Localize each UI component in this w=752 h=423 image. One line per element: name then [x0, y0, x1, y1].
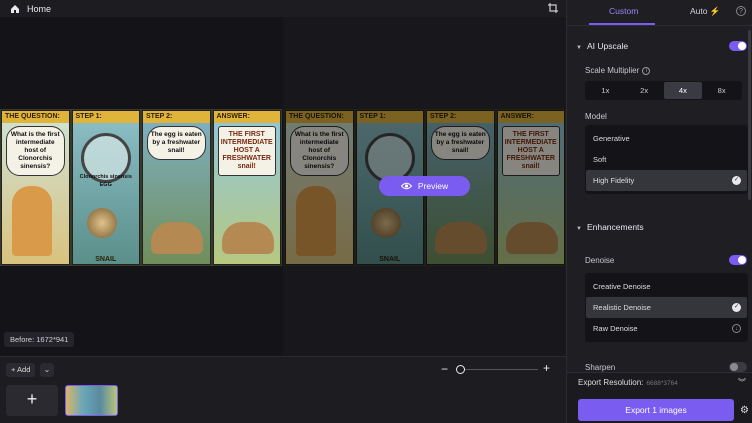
denoise-list: Creative Denoise Realistic Denoise ✓ Raw …	[585, 273, 748, 342]
model-option-high-fidelity[interactable]: High Fidelity ✓	[586, 170, 747, 191]
scale-multiplier-selector: 1x 2x 4x 8x	[585, 81, 742, 100]
panel-header: STEP 1:	[356, 111, 423, 123]
panel-header: ANSWER:	[497, 111, 564, 123]
snail-illustration	[151, 222, 203, 254]
model-label: Model	[585, 112, 607, 121]
preview-label: Preview	[417, 181, 449, 191]
sharpen-label: Sharpen	[585, 363, 616, 372]
denoise-option-realistic[interactable]: Realistic Denoise ✓	[586, 297, 747, 318]
active-tab-indicator	[589, 23, 655, 25]
add-dropdown-chevron-icon[interactable]: ⌄	[40, 363, 54, 377]
settings-sidebar: Custom Auto ⚡ ? ▼ AI Upscale Scale Multip…	[566, 0, 752, 423]
double-chevron-down-icon[interactable]: ︾	[738, 377, 746, 388]
gear-icon[interactable]: ⚙	[740, 405, 749, 416]
add-button[interactable]: + Add	[6, 363, 36, 377]
export-button[interactable]: Export 1 images	[578, 399, 734, 421]
export-resolution-label: Export Resolution:	[578, 378, 644, 387]
scale-option-4x[interactable]: 4x	[663, 82, 703, 99]
crowned-snail-illustration	[505, 222, 558, 254]
export-resolution: Export Resolution: 6688*3764	[578, 378, 678, 387]
panel-header: STEP 2:	[427, 111, 494, 123]
scale-multiplier-text: Scale Multiplier	[585, 66, 640, 75]
enhancements-title: Enhancements	[586, 222, 644, 232]
caret-down-icon: ▼	[576, 226, 582, 232]
ai-upscale-toggle[interactable]	[729, 41, 747, 51]
help-icon[interactable]: ?	[736, 6, 746, 16]
denoise-label: Denoise	[585, 256, 615, 265]
scale-option-8x[interactable]: 8x	[702, 82, 741, 99]
model-option-label: High Fidelity	[593, 176, 635, 185]
comic-panel-question: THE QUESTION: What is the first intermed…	[285, 110, 354, 265]
comic-strip-original: THE QUESTION: What is the first intermed…	[0, 109, 282, 266]
app-window: Home THE QUESTION: What is the first int…	[0, 0, 752, 423]
panel-text: The egg is eaten by a freshwater snail!	[431, 126, 490, 160]
boy-illustration	[296, 186, 336, 256]
panel-header: STEP 2:	[143, 111, 210, 123]
denoise-toggle[interactable]	[729, 255, 747, 265]
scale-option-2x[interactable]: 2x	[625, 82, 664, 99]
panel-header: STEP 1:	[72, 111, 139, 123]
tab-custom[interactable]: Custom	[609, 6, 638, 16]
check-icon: ✓	[732, 303, 741, 312]
scale-multiplier-label: Scale Multiplier i	[585, 66, 651, 75]
zoom-out-icon[interactable]: −	[441, 362, 448, 376]
check-icon: ✓	[732, 176, 741, 185]
before-resolution-badge: Before: 1672*941	[4, 332, 75, 347]
model-option-generative[interactable]: Generative	[586, 128, 747, 149]
crowned-snail-illustration	[221, 222, 274, 254]
zoom-slider-handle[interactable]	[456, 365, 465, 374]
tab-auto-label: Auto	[690, 6, 708, 16]
model-list: Generative Soft High Fidelity ✓	[585, 125, 748, 194]
snail-shell-illustration	[370, 208, 401, 238]
eye-icon	[400, 182, 412, 190]
denoise-option-label: Realistic Denoise	[593, 303, 651, 312]
snail-shell-illustration	[86, 208, 117, 238]
info-icon[interactable]: i	[642, 66, 651, 75]
panel-text: THE FIRST INTERMEDIATE HOST A FRESHWATER…	[501, 126, 560, 176]
panel-header: THE QUESTION:	[286, 111, 353, 123]
panel-header: THE QUESTION:	[2, 111, 69, 123]
image-thumbnail[interactable]	[65, 385, 118, 416]
add-image-button[interactable]: +	[6, 385, 58, 416]
panel-bottom-label: SNAIL	[379, 256, 401, 263]
ai-upscale-section-header[interactable]: ▼ AI Upscale	[576, 41, 628, 51]
denoise-option-label: Raw Denoise	[593, 324, 638, 333]
denoise-option-creative[interactable]: Creative Denoise	[586, 276, 747, 297]
panel-text: What is the first intermediate host of C…	[6, 126, 65, 176]
panel-text: The egg is eaten by a freshwater snail!	[147, 126, 206, 160]
comic-panel-answer: ANSWER: THE FIRST INTERMEDIATE HOST A FR…	[212, 110, 281, 265]
caret-down-icon: ▼	[576, 45, 582, 51]
page-title: Home	[27, 3, 52, 14]
comic-panel-step2: STEP 2: The egg is eaten by a freshwater…	[142, 110, 211, 265]
panel-text: What is the first intermediate host of C…	[290, 126, 349, 176]
enhancements-section-header[interactable]: ▼ Enhancements	[576, 222, 644, 232]
preview-button[interactable]: Preview	[379, 176, 470, 196]
export-resolution-value: 6688*3764	[646, 380, 678, 387]
scale-option-1x[interactable]: 1x	[586, 82, 625, 99]
zoom-in-icon[interactable]: +	[543, 361, 550, 375]
comic-panel-answer: ANSWER: THE FIRST INTERMEDIATE HOST A FR…	[496, 110, 565, 265]
zoom-slider-track[interactable]	[461, 369, 538, 370]
tab-auto[interactable]: Auto ⚡	[690, 6, 720, 17]
panel-text: THE FIRST INTERMEDIATE HOST A FRESHWATER…	[217, 126, 276, 176]
image-canvas[interactable]: THE QUESTION: What is the first intermed…	[0, 17, 566, 356]
mode-tabs: Custom Auto ⚡ ?	[567, 0, 752, 26]
top-bar: Home	[0, 0, 566, 17]
panel-header: ANSWER:	[213, 111, 280, 123]
comic-panel-step1: STEP 1: Clonorchis sinensis EGG SNAIL	[71, 110, 140, 265]
sidebar-scrollbar[interactable]	[748, 30, 751, 200]
sharpen-toggle[interactable]	[729, 362, 747, 372]
denoise-option-raw[interactable]: Raw Denoise ↓	[586, 318, 747, 339]
download-icon[interactable]: ↓	[732, 324, 741, 333]
boy-illustration	[12, 186, 52, 256]
snail-illustration	[435, 222, 487, 254]
panel-bottom-label: SNAIL	[95, 256, 117, 263]
lightning-icon: ⚡	[709, 6, 721, 16]
ai-upscale-title: AI Upscale	[586, 41, 629, 51]
crop-icon[interactable]	[548, 3, 558, 13]
home-icon[interactable]	[10, 4, 20, 14]
panel-text: Clonorchis sinensis EGG	[79, 174, 132, 188]
model-option-soft[interactable]: Soft	[586, 149, 747, 170]
comic-panel-question: THE QUESTION: What is the first intermed…	[1, 110, 70, 265]
